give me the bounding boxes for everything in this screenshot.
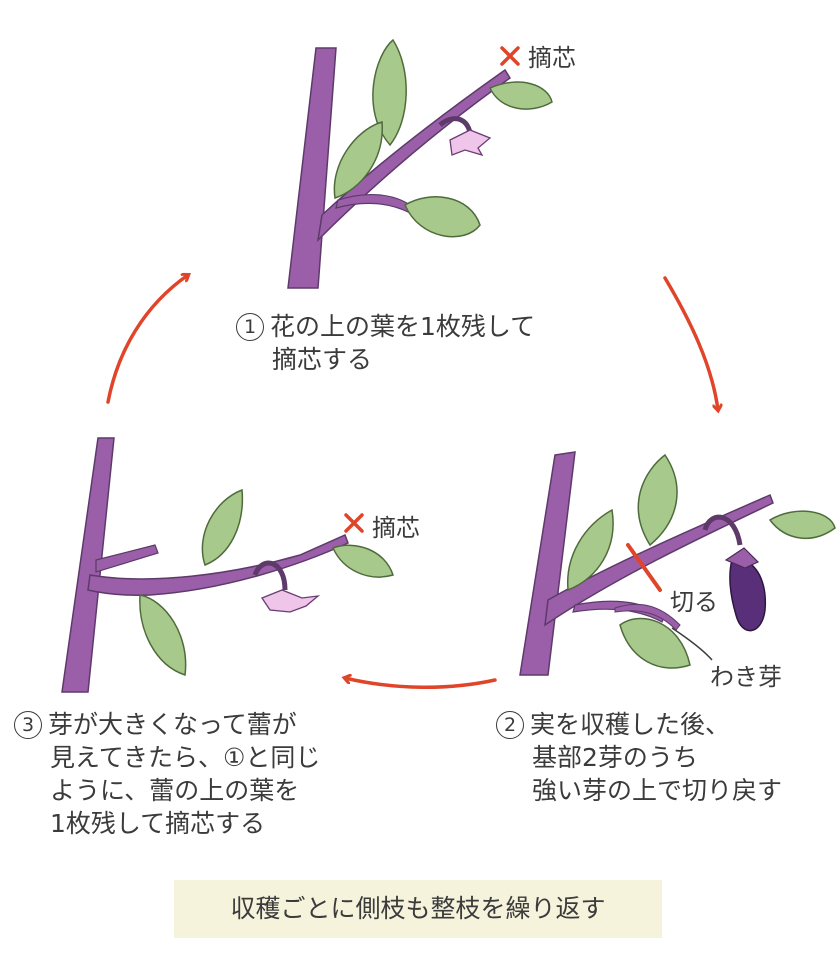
pinch-mark xyxy=(344,513,364,533)
eggplant-fruit xyxy=(729,558,767,632)
arrow-step3-to-step1 xyxy=(106,275,188,404)
leaf xyxy=(637,453,678,547)
caption-line: 基部2芽のうち xyxy=(532,743,698,772)
step3-caption: 3 芽が大きくなって蕾が 見えてきたら、①と同じ ように、蕾の上の葉を 1枚残して… xyxy=(14,708,320,840)
caption-line: 花の上の葉を1枚残して xyxy=(270,312,536,341)
flower xyxy=(449,129,492,157)
caption-line: ように、蕾の上の葉を xyxy=(50,776,300,805)
caption-line: 見えてきたら、①と同じ xyxy=(50,743,321,772)
stub-branch xyxy=(95,544,159,573)
footer-note: 収穫ごとに側枝も整枝を繰り返す xyxy=(174,880,662,938)
pinch-mark xyxy=(500,46,520,66)
leaf xyxy=(201,488,244,566)
caption-line: 強い芽の上で切り戻す xyxy=(532,776,783,805)
cut-label: 切る xyxy=(670,588,718,616)
step-number: 3 xyxy=(14,711,42,739)
pinch-label-left: 摘芯 xyxy=(372,514,420,542)
caption-line: 実を収穫した後、 xyxy=(530,710,731,739)
arrow-step1-to-step2 xyxy=(663,276,718,410)
step2-caption: 2 実を収穫した後、 基部2芽のうち 強い芽の上で切り戻す xyxy=(496,708,782,807)
leaf xyxy=(331,544,394,578)
main-stem xyxy=(519,451,576,676)
caption-line: 1枚残して摘芯する xyxy=(50,809,266,838)
main-stem xyxy=(287,47,337,289)
plant-step1 xyxy=(287,38,553,289)
pinch-label-top: 摘芯 xyxy=(528,44,576,72)
plant-step3 xyxy=(61,437,394,693)
leaf xyxy=(768,510,836,540)
step-number: 2 xyxy=(496,711,524,739)
step1-caption: 1 花の上の葉を1枚残して 摘芯する xyxy=(236,310,535,376)
flower xyxy=(261,589,321,613)
side-bud-label: わき芽 xyxy=(710,663,782,691)
leaf xyxy=(139,594,187,677)
caption-line: 摘芯する xyxy=(272,345,373,374)
leaf xyxy=(489,81,553,110)
caption-line: 芽が大きくなって蕾が xyxy=(48,710,297,739)
plant-step2 xyxy=(519,451,836,676)
step-number: 1 xyxy=(236,313,264,341)
arrow-step2-to-step3 xyxy=(345,678,497,690)
leaf xyxy=(404,196,481,238)
